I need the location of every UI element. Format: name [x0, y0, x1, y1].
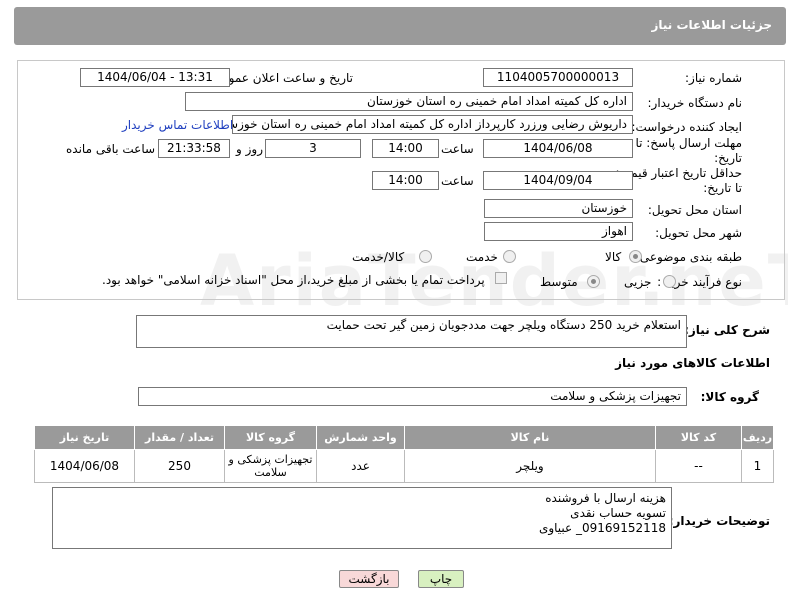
category-option-goods-service: کالا/خدمت [352, 250, 405, 264]
buyer-field[interactable]: اداره کل کمیته امداد امام خمینی ره استان… [185, 92, 633, 111]
validity-date-field[interactable]: 1404/09/04 [483, 171, 633, 190]
validity-time-label: ساعت [441, 174, 474, 188]
description-label: شرح کلی نیاز: [684, 323, 770, 337]
announce-field[interactable]: 1404/06/04 - 13:31 [80, 68, 230, 87]
back-button[interactable]: بازگشت [339, 570, 399, 588]
city-field[interactable]: اهواز [484, 222, 633, 241]
buyer-note-line: تسویه حساب نقدی [570, 506, 666, 520]
category-option-service: خدمت [466, 250, 498, 264]
remaining-time-field[interactable]: 21:33:58 [158, 139, 230, 158]
col-unit: واحد شمارش [316, 425, 405, 450]
need-number-label: شماره نیاز: [685, 71, 742, 85]
goods-group-label: گروه کالا: [700, 390, 759, 404]
page-title: جزئیات اطلاعات نیاز [651, 18, 772, 32]
category-radio-service[interactable] [503, 250, 516, 263]
col-item-name: نام کالا [404, 425, 656, 450]
goods-group-field[interactable]: تجهیزات پزشکی و سلامت [138, 387, 687, 406]
days-label: روز و [236, 142, 263, 156]
category-label: طبقه بندی موضوعی: [635, 250, 742, 264]
page-header: جزئیات اطلاعات نیاز [14, 7, 786, 45]
creator-field[interactable]: داریوش رضایی ورزرد کارپرداز اداره کل کمی… [232, 115, 633, 134]
cell-quantity: 250 [134, 449, 225, 483]
buyer-notes-label: توضیحات خریدار: [668, 514, 770, 528]
buyer-note-line: 09169152118_ عبیاوی [538, 521, 666, 535]
table-header-row: ردیف کد کالا نام کالا واحد شمارش گروه کا… [34, 425, 774, 450]
process-option-minor: جزیی [624, 275, 652, 289]
process-radio-medium[interactable] [587, 275, 600, 288]
creator-label: ایجاد کننده درخواست: [631, 120, 742, 134]
contact-buyer-link[interactable]: اطلاعات تماس خریدار [122, 118, 233, 132]
buyer-label: نام دستگاه خریدار: [647, 96, 743, 110]
category-radio-goods[interactable] [629, 250, 642, 263]
deadline-time-label: ساعت [441, 142, 474, 156]
need-number-field[interactable]: 1104005700000013 [483, 68, 633, 87]
validity-time-field[interactable]: 14:00 [372, 171, 439, 190]
cell-group: تجهیزات پزشکی و سلامت [224, 449, 317, 483]
deadline-date-field[interactable]: 1404/06/08 [483, 139, 633, 158]
process-option-medium: متوسط [540, 275, 578, 289]
category-radio-goods-service[interactable] [419, 250, 432, 263]
col-group: گروه کالا [224, 425, 317, 450]
col-quantity: تعداد / مقدار [134, 425, 225, 450]
province-label: استان محل تحویل: [647, 203, 742, 217]
province-field[interactable]: خوزستان [484, 199, 633, 218]
buyer-notes-field[interactable]: هزینه ارسال با فروشنده تسویه حساب نقدی 0… [52, 487, 672, 549]
buyer-note-line: هزینه ارسال با فروشنده [545, 491, 666, 505]
deadline-time-field[interactable]: 14:00 [372, 139, 439, 158]
cell-item-code: -- [655, 449, 742, 483]
cell-unit: عدد [316, 449, 405, 483]
payment-note: پرداخت تمام یا بخشی از مبلغ خرید،از محل … [102, 273, 485, 287]
process-radio-minor[interactable] [663, 275, 676, 288]
category-option-goods: کالا [605, 250, 622, 264]
cell-row-number: 1 [741, 449, 774, 483]
treasury-checkbox[interactable] [495, 272, 507, 284]
cell-item-name: ویلچر [404, 449, 656, 483]
cell-need-date: 1404/06/08 [34, 449, 135, 483]
city-label: شهر محل تحویل: [655, 226, 742, 240]
table-row[interactable]: 1 -- ویلچر عدد تجهیزات پزشکی و سلامت 250… [34, 449, 774, 483]
remaining-label: ساعت باقی مانده [66, 142, 156, 156]
goods-section-title: اطلاعات کالاهای مورد نیاز [615, 356, 770, 370]
items-table: ردیف کد کالا نام کالا واحد شمارش گروه کا… [34, 425, 774, 483]
days-field[interactable]: 3 [265, 139, 361, 158]
print-button[interactable]: چاپ [418, 570, 464, 588]
col-item-code: کد کالا [655, 425, 742, 450]
col-need-date: تاریخ نیاز [34, 425, 135, 450]
deadline-label: مهلت ارسال پاسخ: تا تاریخ: [635, 136, 742, 165]
description-field[interactable]: استعلام خرید 250 دستگاه ویلچر جهت مددجوی… [136, 315, 687, 348]
col-row-number: ردیف [741, 425, 774, 450]
